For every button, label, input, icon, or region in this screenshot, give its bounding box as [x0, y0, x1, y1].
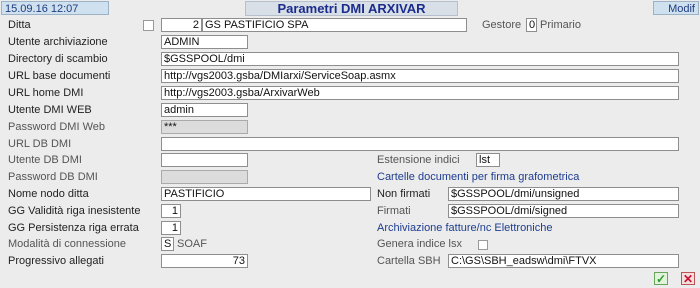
confirm-button[interactable]: ✓	[654, 272, 668, 285]
url-db-dmi-label: URL DB DMI	[8, 138, 72, 150]
password-db-dmi-label: Password DB DMI	[8, 171, 98, 183]
ditta-code-field[interactable]: 2	[161, 18, 202, 32]
password-dmi-web-label: Password DMI Web	[8, 121, 105, 133]
nome-nodo-ditta-label: Nome nodo ditta	[8, 188, 89, 200]
modalita-connessione-label: Modalità di connessione	[8, 238, 127, 250]
modalita-connessione-text: SOAF	[177, 238, 207, 250]
password-db-dmi-field[interactable]	[161, 170, 248, 184]
nome-nodo-ditta-field[interactable]: PASTIFICIO	[161, 187, 371, 201]
utente-archiviazione-field[interactable]: ADMIN	[161, 35, 248, 49]
directory-scambio-field[interactable]: $GSSPOOL/dmi	[161, 52, 679, 66]
progressivo-allegati-field[interactable]: 73	[161, 254, 248, 268]
cartella-sbh-label: Cartella SBH	[377, 255, 441, 267]
modalita-connessione-field[interactable]: S	[161, 237, 174, 251]
genera-indice-label: Genera indice lsx	[377, 238, 462, 250]
directory-scambio-label: Directory di scambio	[8, 53, 108, 65]
date-time: 15.09.16 12:07	[1, 1, 109, 15]
ditta-checkbox[interactable]	[143, 20, 154, 31]
non-firmati-label: Non firmati	[377, 188, 431, 200]
url-home-dmi-field[interactable]: http://vgs2003.gsba/ArxivarWeb	[161, 86, 679, 100]
gestore-label: Gestore	[482, 19, 522, 31]
window-title: Parametri DMI ARXIVAR	[245, 1, 458, 16]
genera-indice-checkbox[interactable]	[478, 240, 488, 250]
firmati-field[interactable]: $GSSPOOL/dmi/signed	[448, 204, 679, 218]
firmati-label: Firmati	[377, 205, 411, 217]
title-bar: 15.09.16 12:07 Parametri DMI ARXIVAR Mod…	[0, 0, 700, 17]
ditta-label: Ditta	[8, 19, 31, 31]
cartella-sbh-field[interactable]: C:\GS\SBH_eadsw\dmi\FTVX	[448, 254, 679, 268]
url-home-dmi-label: URL home DMI	[8, 87, 84, 99]
estensione-indici-field[interactable]: lst	[476, 153, 500, 167]
url-db-dmi-field[interactable]	[161, 137, 679, 151]
gg-validita-field[interactable]: 1	[161, 204, 181, 218]
gg-persistenza-field[interactable]: 1	[161, 221, 181, 235]
archiviazione-fatture-heading: Archiviazione fatture/nc Elettroniche	[377, 222, 553, 234]
primario-label: Primario	[540, 19, 581, 31]
progressivo-allegati-label: Progressivo allegati	[8, 255, 104, 267]
estensione-indici-label: Estensione indici	[377, 154, 460, 166]
ditta-name-field[interactable]: GS PASTIFICIO SPA	[202, 18, 467, 32]
mode-indicator: Modif	[653, 1, 699, 15]
utente-dmi-web-label: Utente DMI WEB	[8, 104, 92, 116]
non-firmati-field[interactable]: $GSSPOOL/dmi/unsigned	[448, 187, 679, 201]
cancel-button[interactable]: ✕	[681, 272, 695, 285]
utente-archiviazione-label: Utente archiviazione	[8, 36, 108, 48]
utente-db-dmi-field[interactable]	[161, 153, 248, 167]
password-dmi-web-field[interactable]: ***	[161, 120, 248, 134]
gg-validita-label: GG Validità riga inesistente	[8, 205, 141, 217]
utente-db-dmi-label: Utente DB DMI	[8, 154, 82, 166]
url-base-documenti-field[interactable]: http://vgs2003.gsba/DMIarxi/ServiceSoap.…	[161, 69, 679, 83]
gestore-field[interactable]: 0	[526, 18, 537, 32]
cartelle-firma-heading: Cartelle documenti per firma grafometric…	[377, 171, 580, 183]
url-base-documenti-label: URL base documenti	[8, 70, 111, 82]
gg-persistenza-label: GG Persistenza riga errata	[8, 222, 139, 234]
utente-dmi-web-field[interactable]: admin	[161, 103, 248, 117]
